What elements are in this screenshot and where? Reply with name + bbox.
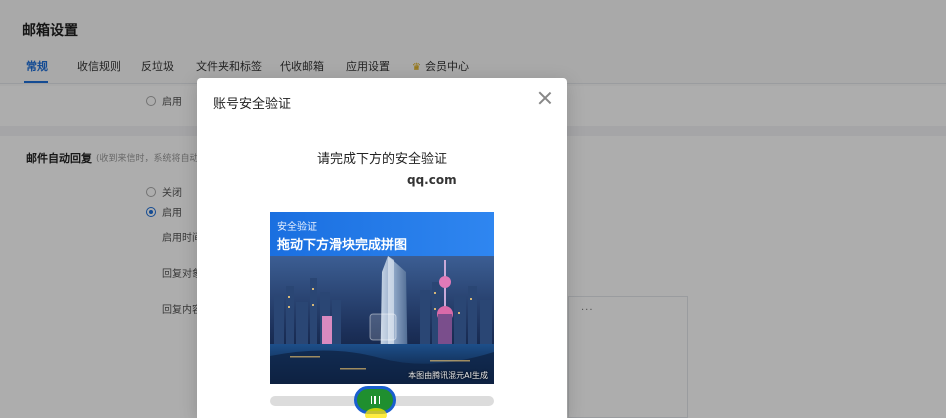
close-icon[interactable]: [537, 90, 553, 106]
security-verification-dialog: 账号安全验证 请完成下方的安全验证 qq.com 安全验证 拖动下方滑块完成拼图: [197, 78, 567, 418]
captcha-image: 安全验证 拖动下方滑块完成拼图 本图由腾讯混元AI生成: [270, 212, 494, 384]
captcha-banner-title: 拖动下方滑块完成拼图: [277, 238, 408, 253]
verify-domain: qq.com: [407, 173, 457, 187]
cursor-highlight: [365, 408, 387, 418]
captcha-banner: 安全验证 拖动下方滑块完成拼图: [270, 212, 494, 256]
dialog-title: 账号安全验证: [213, 97, 292, 112]
city-skyline-image: [270, 256, 494, 384]
verify-instruction: 请完成下方的安全验证: [316, 152, 447, 167]
captcha-credit: 本图由腾讯混元AI生成: [408, 371, 488, 380]
grip-icon: [370, 396, 380, 404]
captcha-banner-small-text: 安全验证: [277, 222, 317, 233]
